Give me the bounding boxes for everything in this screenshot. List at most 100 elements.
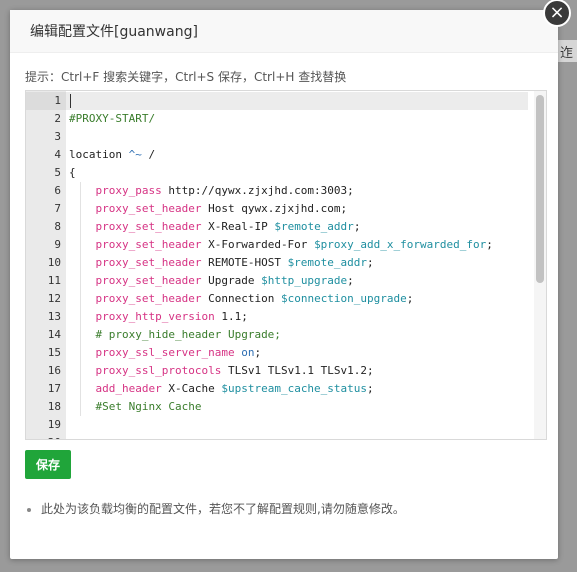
code-line[interactable]: 2 #PROXY-START/ — [26, 110, 534, 128]
line-code: { — [69, 164, 76, 182]
code-token: TLSv1 TLSv1.1 TLSv1.2; — [221, 364, 374, 377]
indent-guide — [80, 254, 81, 272]
code-line[interactable]: 19 — [26, 416, 534, 434]
line-code: #PROXY-START/ — [69, 110, 155, 128]
line-number: 8 — [54, 220, 61, 233]
code-token: Host qywx.zjxjhd.com; — [201, 202, 348, 215]
bullet-icon — [27, 507, 31, 512]
code-line[interactable]: 16 proxy_ssl_protocols TLSv1 TLSv1.1 TLS… — [26, 362, 534, 380]
code-line[interactable]: 8 proxy_set_header X-Real-IP $remote_add… — [26, 218, 534, 236]
line-code: proxy_set_header Connection $connection_… — [69, 290, 414, 308]
code-token: X-Real-IP — [201, 220, 275, 233]
code-token: ^~ — [128, 148, 142, 161]
code-token: $remote_addr — [287, 256, 368, 269]
line-number: 14 — [47, 328, 61, 341]
code-line[interactable]: 7 proxy_set_header Host qywx.zjxjhd.com; — [26, 200, 534, 218]
line-number: 13 — [47, 310, 61, 323]
line-code: # proxy_hide_header Upgrade; — [69, 326, 281, 344]
code-token: $upstream_cache_status — [221, 382, 368, 395]
code-token: ; — [347, 274, 354, 287]
indent-guide — [80, 398, 81, 416]
indent-guide — [80, 326, 81, 344]
line-number: 6 — [54, 184, 61, 197]
indent-guide — [80, 236, 81, 254]
code-token: proxy_ssl_server_name — [95, 346, 235, 359]
code-token: proxy_set_header — [95, 256, 202, 269]
code-line[interactable]: 1 — [26, 92, 534, 110]
line-number: 11 — [47, 274, 61, 287]
line-number: 1 — [54, 94, 61, 107]
code-token: $connection_upgrade — [280, 292, 407, 305]
code-line[interactable]: 15 proxy_ssl_server_name on; — [26, 344, 534, 362]
code-line[interactable]: 12 proxy_set_header Connection $connecti… — [26, 290, 534, 308]
indent-guide — [80, 218, 81, 236]
code-line[interactable]: 3 — [26, 128, 534, 146]
code-line[interactable]: 9 proxy_set_header X-Forwarded-For $prox… — [26, 236, 534, 254]
line-code: proxy_pass http://qywx.zjxjhd.com:3003; — [69, 182, 354, 200]
close-icon[interactable]: × — [543, 0, 571, 27]
code-line[interactable]: 20 — [26, 434, 534, 439]
line-number: 12 — [47, 292, 61, 305]
indent-guide — [80, 362, 81, 380]
code-token: Upgrade — [201, 274, 262, 287]
line-code: proxy_ssl_protocols TLSv1 TLSv1.1 TLSv1.… — [69, 362, 374, 380]
line-number: 10 — [47, 256, 61, 269]
code-token: ; — [367, 382, 374, 395]
config-note-text: 此处为该负载均衡的配置文件，若您不了解配置规则,请勿随意修改。 — [41, 502, 405, 516]
editor-scrollbar[interactable] — [534, 91, 546, 439]
code-token: proxy_set_header — [95, 274, 202, 287]
line-number: 16 — [47, 364, 61, 377]
code-token: proxy_http_version — [95, 310, 215, 323]
line-code: add_header X-Cache $upstream_cache_statu… — [69, 380, 374, 398]
code-line[interactable]: 10 proxy_set_header REMOTE-HOST $remote_… — [26, 254, 534, 272]
code-token: / — [141, 148, 156, 161]
dialog-title: 编辑配置文件[guanwang] — [30, 24, 198, 40]
line-code: proxy_set_header Upgrade $http_upgrade; — [69, 272, 354, 290]
code-token: ; — [406, 292, 414, 305]
text-cursor — [70, 94, 71, 108]
code-token: http://qywx.zjxjhd.com:3003; — [161, 184, 354, 197]
line-number: 5 — [54, 166, 61, 179]
code-token: add_header — [95, 382, 162, 395]
indent-guide — [80, 380, 81, 398]
line-number: 15 — [47, 346, 61, 359]
editor-scroll-thumb[interactable] — [536, 95, 544, 283]
code-token: ; — [367, 256, 374, 269]
code-token: { — [69, 166, 76, 179]
code-token: location — [69, 148, 129, 161]
code-line[interactable]: 14 # proxy_hide_header Upgrade; — [26, 326, 534, 344]
line-number: 2 — [54, 112, 61, 125]
code-line[interactable]: 6 proxy_pass http://qywx.zjxjhd.com:3003… — [26, 182, 534, 200]
code-line[interactable]: 18 #Set Nginx Cache — [26, 398, 534, 416]
save-button[interactable]: 保存 — [25, 450, 71, 479]
config-note: 此处为该负载均衡的配置文件，若您不了解配置规则,请勿随意修改。 — [27, 500, 405, 517]
code-token: proxy_ssl_protocols — [95, 364, 222, 377]
indent-guide — [80, 290, 81, 308]
indent-guide — [80, 182, 81, 200]
code-line[interactable]: 5{ — [26, 164, 534, 182]
background-partial-text: 迮 — [560, 46, 574, 61]
code-token: $remote_addr — [274, 220, 354, 233]
code-editor[interactable]: 1 2 #PROXY-START/3 4 location ^~ /5{6 proxy_… — [25, 90, 547, 440]
code-line[interactable]: 4 location ^~ / — [26, 146, 534, 164]
code-line[interactable]: 13 proxy_http_version 1.1; — [26, 308, 534, 326]
line-number: 18 — [47, 400, 61, 413]
line-number: 3 — [54, 130, 61, 143]
code-line[interactable]: 11 proxy_set_header Upgrade $http_upgrad… — [26, 272, 534, 290]
code-token: X-Forwarded-For — [201, 238, 315, 251]
code-token: # proxy_hide_header Upgrade; — [95, 328, 281, 341]
code-line[interactable]: 17 add_header X-Cache $upstream_cache_st… — [26, 380, 534, 398]
line-code: proxy_ssl_server_name on; — [69, 344, 262, 362]
code-token: proxy_set_header — [95, 202, 202, 215]
background-partial-tab: 迮 — [558, 40, 577, 62]
code-token: $proxy_add_x_forwarded_for — [314, 238, 487, 251]
line-number: 7 — [54, 202, 61, 215]
code-token: X-Cache — [161, 382, 222, 395]
